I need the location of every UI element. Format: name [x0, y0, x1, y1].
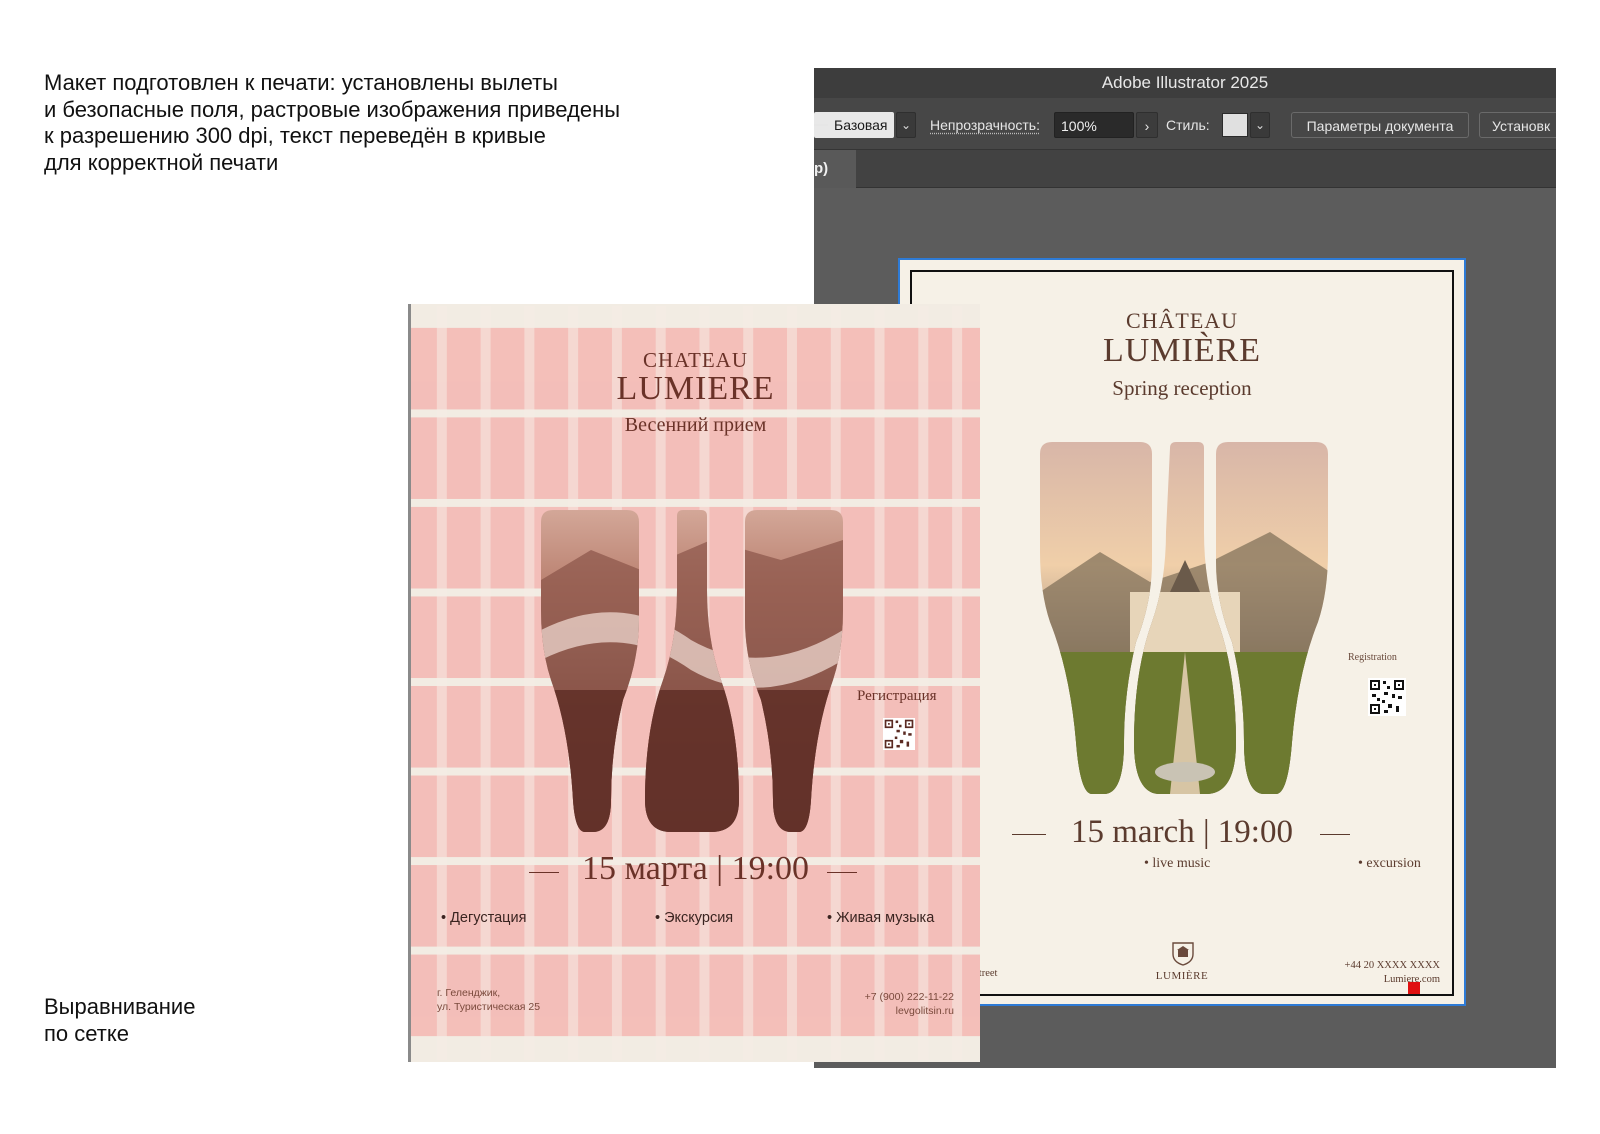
style-label: Стиль:: [1166, 117, 1210, 133]
stroke-line-icon: [814, 124, 828, 126]
qr-code[interactable]: [1368, 678, 1406, 716]
address-line-2: ул. Туристическая 25: [437, 1001, 541, 1013]
caption-grid-alignment: Выравнивание по сетке: [44, 994, 196, 1046]
style-swatch[interactable]: [1222, 113, 1248, 137]
document-tab-bar: р): [814, 150, 1556, 188]
poster-russian: CHATEAU LUMIERE Весенний прием Регистрац…: [408, 304, 980, 1062]
date-rule-right: [1320, 834, 1350, 835]
website: levgolitsin.ru: [895, 1005, 954, 1017]
bullet-item: • excursion: [1358, 856, 1421, 871]
brand-main: LUMIÈRE: [1102, 332, 1262, 369]
style-chevron-icon[interactable]: ⌄: [1250, 112, 1270, 138]
contacts: +7 (900) 222-11-22 levgolitsin.ru: [865, 990, 954, 1018]
selection-anchor[interactable]: [1408, 982, 1420, 994]
document-setup-button[interactable]: Параметры документа: [1291, 112, 1469, 138]
preferences-button[interactable]: Установк: [1479, 112, 1556, 138]
app-title: Adobe Illustrator 2025: [814, 68, 1556, 98]
phone: +7 (900) 222-11-22: [864, 991, 954, 1003]
subtitle: Весенний прием: [624, 414, 767, 436]
registration-label: Registration: [1348, 652, 1397, 663]
address-line-1: г. Геленджик,: [437, 987, 501, 999]
brand-main: LUMIERE: [616, 370, 775, 407]
date-time: 15 march | 19:00: [1071, 814, 1293, 850]
artboard-selection[interactable]: CHÂTEAU LUMIÈRE Spring reception Registr…: [898, 258, 1466, 1006]
qr-code[interactable]: [883, 718, 915, 750]
stroke-preset-dropdown[interactable]: Базовая: [814, 112, 894, 138]
document-tab[interactable]: р): [814, 150, 856, 188]
bullet-item: • Живая музыка: [827, 910, 935, 926]
control-toolbar: Базовая ⌄ Непрозрачность: 100% › Стиль: …: [814, 98, 1556, 150]
date-rule-right: [827, 872, 857, 873]
subtitle: Spring reception: [1112, 376, 1252, 400]
date-time: 15 марта | 19:00: [581, 850, 810, 887]
bullet-item: • Экскурсия: [655, 910, 734, 926]
opacity-label[interactable]: Непрозрачность:: [930, 112, 1040, 138]
brand-top: CHÂTEAU: [1125, 308, 1239, 333]
address: г. Геленджик, ул. Туристическая 25: [437, 986, 540, 1014]
caption-print-ready: Макет подготовлен к печати: установлены …: [44, 70, 621, 175]
stroke-preset-label: Базовая: [834, 117, 888, 133]
chateau-logo-icon: [1172, 942, 1194, 966]
opacity-expand-chevron-icon[interactable]: ›: [1136, 112, 1158, 138]
bottle-glass-image: [1040, 442, 1328, 794]
stroke-preset-chevron-icon[interactable]: ⌄: [896, 112, 916, 138]
bullet-item: • live music: [1144, 856, 1211, 871]
bottle-glass-image: [541, 510, 843, 832]
phone: +44 20 XXXX XXXX: [1344, 960, 1440, 971]
registration-label: Регистрация: [857, 688, 937, 704]
bullet-item: • Дегустация: [441, 910, 527, 926]
opacity-input[interactable]: 100%: [1054, 112, 1134, 138]
poster-english: CHÂTEAU LUMIÈRE Spring reception Registr…: [900, 260, 1464, 1004]
